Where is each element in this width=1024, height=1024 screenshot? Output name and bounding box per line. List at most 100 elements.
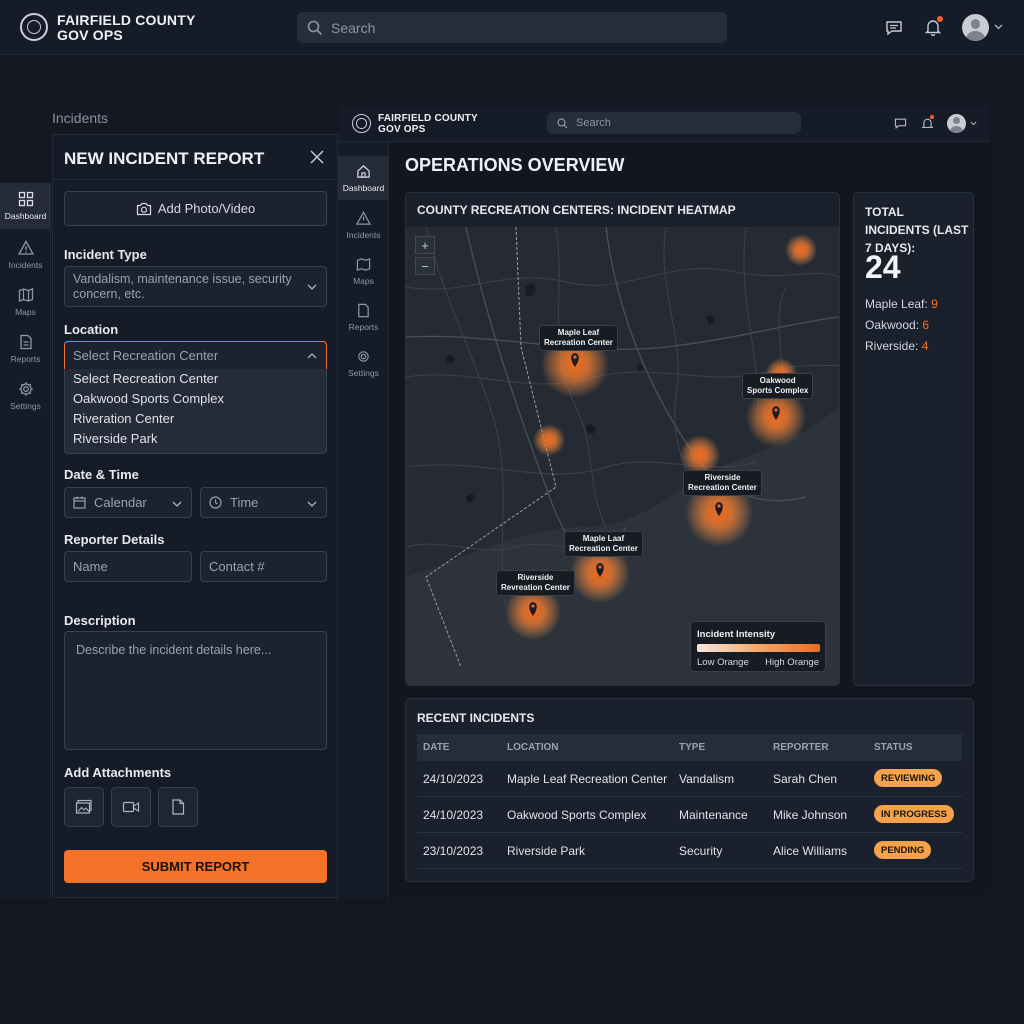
attach-image-button[interactable]: [64, 787, 104, 827]
zoom-in-button[interactable]: +: [415, 236, 435, 254]
calendar-label: Calendar: [94, 495, 147, 510]
sidebar-item-reports[interactable]: Reports: [0, 326, 51, 372]
dashboard-icon: [18, 191, 33, 207]
submit-report-button[interactable]: SUBMIT REPORT: [64, 850, 327, 883]
heatmap-title: COUNTY RECREATION CENTERS: INCIDENT HEAT…: [417, 203, 736, 217]
map-pin-label[interactable]: Maple Laaf Recreation Center: [564, 531, 643, 557]
sidebar-item-settings[interactable]: Settings: [0, 373, 51, 419]
cell-type: Maintenance: [679, 808, 748, 822]
table-row[interactable]: 23/10/2023 Riverside Park Security Alice…: [417, 833, 962, 869]
cell-date: 23/10/2023: [423, 844, 484, 858]
pin-line: Recreation Center: [569, 544, 638, 553]
breadcrumb[interactable]: Incidents: [52, 110, 108, 126]
location-option[interactable]: Riverside Park: [65, 429, 326, 449]
reporter-details-label: Reporter Details: [64, 532, 165, 547]
search-bar[interactable]: Search: [547, 112, 801, 134]
heatmap-card: COUNTY RECREATION CENTERS: INCIDENT HEAT…: [405, 192, 840, 686]
sidebar-item-dashboard[interactable]: Dashboard: [338, 156, 389, 200]
avatar[interactable]: [947, 114, 966, 133]
sidebar-item-settings[interactable]: Settings: [338, 341, 389, 385]
column-header-location[interactable]: LOCATION: [507, 742, 558, 753]
total-incidents-card: TOTAL INCIDENTS (LAST 7 DAYS): 24 Maple …: [853, 192, 974, 686]
chevron-down-icon[interactable]: [970, 121, 977, 126]
cell-type: Security: [679, 844, 723, 858]
new-incident-form: NEW INCIDENT REPORT Add Photo/Video Inci…: [52, 134, 338, 898]
stat-row-oakwood: Oakwood: 6: [865, 318, 929, 332]
description-textarea[interactable]: Describe the incident details here...: [64, 631, 327, 750]
cell-location: Maple Leaf Recreation Center: [507, 772, 668, 786]
add-photo-video-button[interactable]: Add Photo/Video: [64, 191, 327, 226]
location-option[interactable]: Oakwood Sports Complex: [65, 389, 326, 409]
description-label: Description: [64, 613, 136, 628]
sidebar-item-maps[interactable]: Maps: [0, 279, 51, 325]
file-icon: [172, 799, 185, 815]
sidebar-item-label: Incidents: [346, 229, 381, 240]
sidebar-item-dashboard[interactable]: Dashboard: [0, 183, 51, 229]
top-bar: FAIRFIELD COUNTY GOV OPS Search: [0, 0, 1024, 55]
sidebar-item-reports[interactable]: Reports: [338, 295, 389, 339]
cell-type: Vandalism: [679, 772, 735, 786]
table-row[interactable]: 24/10/2023 Maple Leaf Recreation Center …: [417, 761, 962, 797]
attachments-label: Add Attachments: [64, 765, 172, 780]
map-pin-label[interactable]: Oakwood Sports Complex: [742, 373, 814, 399]
close-icon[interactable]: [309, 149, 325, 165]
stat-value: 9: [931, 297, 938, 311]
pin-line: Oakwood: [759, 376, 796, 385]
column-header-type[interactable]: TYPE: [679, 742, 705, 753]
sidebar-item-label: Settings: [348, 367, 379, 378]
column-header-status[interactable]: STATUS: [874, 742, 913, 753]
legend-gradient-bar: [697, 644, 820, 652]
pin-line: Revreation Center: [501, 583, 570, 592]
description-placeholder: Describe the incident details here...: [76, 643, 272, 657]
chevron-down-icon[interactable]: [994, 24, 1003, 30]
heat-spot: [680, 435, 720, 475]
calendar-picker[interactable]: Calendar: [64, 487, 192, 518]
sidebar-item-maps[interactable]: Maps: [338, 249, 389, 293]
chat-icon[interactable]: [884, 18, 904, 38]
time-picker[interactable]: Time: [200, 487, 327, 518]
brand-line-1: FAIRFIELD COUNTY: [378, 113, 478, 124]
avatar[interactable]: [962, 14, 989, 41]
sidebar-item-label: Reports: [348, 321, 379, 332]
legend-low-label: Low Orange: [697, 657, 749, 668]
map-pin-label[interactable]: Riverside Recreation Center: [683, 470, 762, 496]
incident-heatmap[interactable]: + − Maple Leaf Recreation Center Oakwood S…: [406, 227, 839, 685]
location-option[interactable]: Riveration Center: [65, 409, 326, 429]
search-placeholder: Search: [331, 19, 376, 36]
column-header-reporter[interactable]: REPORTER: [773, 742, 829, 753]
location-select[interactable]: Select Recreation Center: [64, 341, 327, 370]
column-header-date[interactable]: DATE: [423, 742, 449, 753]
map-pin-label[interactable]: Maple Leaf Recreation Center: [539, 325, 618, 351]
table-row[interactable]: 24/10/2023 Oakwood Sports Complex Mainte…: [417, 797, 962, 833]
search-bar[interactable]: Search: [297, 12, 727, 43]
map-pin-dot: [531, 604, 535, 608]
chat-icon[interactable]: [893, 116, 907, 130]
pin-line: Recreation Center: [544, 338, 613, 347]
table-header: DATE LOCATION TYPE REPORTER STATUS: [417, 734, 962, 761]
divider: [53, 179, 337, 180]
gear-icon: [358, 350, 369, 362]
incident-type-select[interactable]: Vandalism, maintenance issue, security c…: [64, 266, 327, 307]
sidebar-item-incidents[interactable]: Incidents: [0, 232, 51, 278]
map-pin-dot: [774, 408, 778, 412]
sidebar-item-incidents[interactable]: Incidents: [338, 203, 389, 247]
stat-label: Oakwood:: [865, 318, 920, 332]
map-pin-label[interactable]: Riverside Revreation Center: [496, 570, 575, 596]
zoom-out-button[interactable]: −: [415, 257, 435, 275]
stat-row-riverside: Riverside: 4: [865, 339, 928, 353]
location-option[interactable]: Select Recreation Center: [65, 369, 326, 389]
chevron-down-icon: [172, 501, 182, 507]
attach-file-button[interactable]: [158, 787, 198, 827]
stat-value: 6: [922, 318, 930, 332]
notification-dot: [937, 16, 943, 22]
cell-location: Riverside Park: [507, 844, 586, 858]
map-icon: [356, 257, 371, 271]
gear-icon: [18, 382, 33, 396]
attach-video-button[interactable]: [111, 787, 151, 827]
camera-icon: [136, 202, 151, 215]
contact-input[interactable]: Contact #: [200, 551, 327, 582]
stat-row-maple-leaf: Maple Leaf: 9: [865, 297, 938, 311]
cell-location: Oakwood Sports Complex: [507, 808, 647, 822]
name-input[interactable]: Name: [64, 551, 192, 582]
map-pin-dot: [717, 504, 721, 508]
